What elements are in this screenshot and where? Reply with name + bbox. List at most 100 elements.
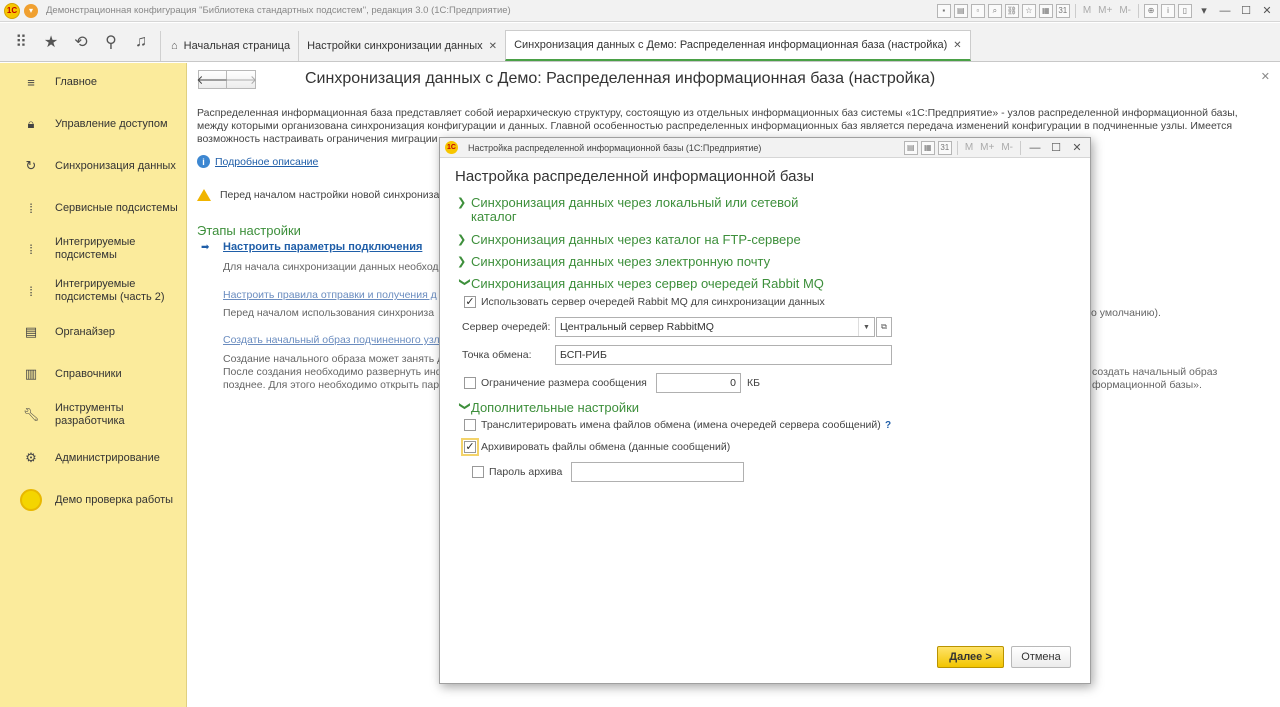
maximize-icon[interactable]: ☐	[1237, 3, 1255, 19]
memory-plus-button[interactable]: M+	[1096, 5, 1114, 16]
dropdown-icon[interactable]: ▾	[1195, 3, 1213, 19]
memory-button[interactable]: M	[1081, 5, 1093, 16]
sidebar-item-dev-tools[interactable]: 🔧︎ Инструменты разработчика	[0, 401, 187, 429]
translit-checkbox[interactable]	[464, 419, 476, 431]
use-rabbitmq-checkbox[interactable]: ✓	[464, 296, 476, 308]
calculator-icon[interactable]: ▦	[1038, 3, 1053, 18]
intro-line: между которыми организована синхронизаци…	[197, 120, 1233, 132]
limit-checkbox[interactable]	[464, 377, 476, 389]
stage-image-link[interactable]: Создать начальный образ подчиненного узл	[223, 334, 440, 346]
forward-arrow-icon[interactable]: 🡒	[225, 70, 257, 89]
stage-image-text: Создание начального образа может занять …	[223, 353, 444, 365]
group-ftp[interactable]: ❯ Синхронизация данных через каталог на …	[457, 233, 801, 248]
link-icon[interactable]: ⛓	[1004, 3, 1019, 18]
app-titlebar: 1С ▾ Демонстрационная конфигурация "Библ…	[0, 0, 1280, 22]
panel-toggle-icon[interactable]: ▯	[1178, 3, 1192, 18]
translit-checkbox-row[interactable]: Транслитерировать имена файлов обмена (и…	[464, 419, 881, 431]
calendar-icon[interactable]: 31	[937, 140, 952, 155]
sidebar-item-integrated-2[interactable]: ⁞ Интегрируемые подсистемы (часть 2)	[0, 277, 187, 305]
sidebar-item-catalogs[interactable]: ▥ Справочники	[0, 365, 187, 383]
back-arrow-icon[interactable]: 🡐	[196, 70, 229, 89]
calendar-icon[interactable]: 31	[1055, 3, 1070, 18]
print-icon[interactable]: ▤	[953, 3, 968, 18]
main-menu-icon[interactable]: ▾	[24, 3, 38, 18]
history-icon[interactable]: ⟲	[66, 27, 96, 57]
group-label: Синхронизация данных через сервер очеред…	[471, 276, 824, 291]
close-icon[interactable]: ✕	[1261, 70, 1270, 83]
tab-sync-settings[interactable]: Настройки синхронизации данных ✕	[298, 31, 506, 61]
sidebar-item-organizer[interactable]: ▤ Органайзер	[0, 323, 187, 341]
memory-minus-button[interactable]: M-	[1117, 5, 1133, 16]
queue-server-select[interactable]: Центральный сервер RabbitMQ ▼	[555, 317, 875, 337]
sidebar-item-label: Сервисные подсистемы	[55, 201, 178, 214]
stage-rules-link[interactable]: Настроить правила отправки и получения д	[223, 289, 437, 301]
sidebar-item-main[interactable]: ≡ Главное	[0, 73, 187, 91]
dialog-heading: Настройка распределенной информационной …	[455, 168, 815, 185]
archive-checkbox[interactable]: ✓	[461, 438, 479, 456]
calculator-icon[interactable]: ▦	[920, 140, 935, 155]
group-rabbitmq[interactable]: ❯ Синхронизация данных через сервер очер…	[457, 277, 824, 292]
search-icon[interactable]: ⚲	[96, 27, 126, 57]
archive-checkbox-row[interactable]: ✓ Архивировать файлы обмена (данные сооб…	[461, 438, 730, 456]
limit-checkbox-row[interactable]: Ограничение размера сообщения	[464, 377, 647, 389]
close-dialog-icon[interactable]: ✕	[1068, 140, 1086, 156]
tab-sync-demo-setup[interactable]: Синхронизация данных с Демо: Распределен…	[505, 30, 971, 61]
sidebar-item-integrated[interactable]: ⁞ Интегрируемые подсистемы	[0, 235, 187, 263]
find-icon[interactable]: ⌕	[987, 3, 1002, 18]
subsystems-icon: ⁞	[29, 283, 33, 299]
sidebar-item-label: Администрирование	[55, 451, 160, 464]
organizer-icon: ▤	[24, 324, 38, 339]
dropdown-arrow-icon[interactable]: ▼	[858, 318, 874, 336]
exchange-input[interactable]: БСП-РИБ	[555, 345, 892, 365]
group-extra-settings[interactable]: ❯ Дополнительные настройки	[457, 401, 640, 416]
demo-circle-icon	[20, 489, 42, 511]
section-toolbar: ⠿ ★ ⟲ ⚲ ♫ ⌂ Начальная страница Настройки…	[0, 23, 1280, 62]
memory-button[interactable]: M	[963, 142, 975, 153]
sidebar-item-label: Инструменты разработчика	[55, 402, 125, 427]
group-email[interactable]: ❯ Синхронизация данных через электронную…	[457, 255, 770, 270]
maximize-icon[interactable]: ☐	[1047, 140, 1065, 156]
stage-connection-link[interactable]: Настроить параметры подключения	[223, 241, 422, 253]
print-icon[interactable]: ▤	[903, 140, 918, 155]
next-button[interactable]: Далее >	[937, 646, 1004, 668]
preview-icon[interactable]: ▫	[970, 3, 985, 18]
sections-sidebar: ≡ Главное 🔒︎ Управление доступом ↻ Синхр…	[0, 63, 187, 707]
close-icon[interactable]: ✕	[953, 40, 961, 51]
details-link[interactable]: Подробное описание	[215, 156, 318, 168]
stage-rules-text-tail: о умолчанию).	[1091, 307, 1161, 319]
sidebar-item-sync[interactable]: ↻ Синхронизация данных	[0, 157, 187, 175]
cancel-button[interactable]: Отмена	[1011, 646, 1071, 668]
open-icon[interactable]: ⧉	[876, 317, 892, 337]
minimize-icon[interactable]: —	[1216, 3, 1234, 19]
use-rabbitmq-checkbox-row[interactable]: ✓ Использовать сервер очередей Rabbit MQ…	[464, 296, 825, 308]
minimize-icon[interactable]: —	[1026, 140, 1044, 156]
help-icon[interactable]: ?	[885, 420, 891, 431]
limit-size-input[interactable]: 0	[656, 373, 741, 393]
stage-image-text: позднее. Для этого необходимо открыть па…	[223, 379, 440, 391]
tab-home[interactable]: ⌂ Начальная страница	[160, 31, 299, 61]
sidebar-item-service[interactable]: ⁞ Сервисные подсистемы	[0, 199, 187, 217]
sidebar-item-access[interactable]: 🔒︎ Управление доступом	[0, 115, 187, 133]
info-panel-icon[interactable]: i	[1161, 3, 1175, 18]
memory-plus-button[interactable]: M+	[978, 142, 996, 153]
tab-sync-demo-setup-label: Синхронизация данных с Демо: Распределен…	[514, 39, 948, 51]
password-checkbox-row[interactable]: Пароль архива	[472, 466, 562, 478]
sidebar-item-demo[interactable]: Демо проверка работы	[0, 488, 187, 512]
exchange-label: Точка обмена:	[462, 349, 532, 361]
current-stage-arrow-icon: ➡	[201, 242, 210, 253]
book-icon: ▥	[24, 366, 38, 381]
notifications-bell-icon[interactable]: ♫	[126, 27, 156, 57]
memory-minus-button[interactable]: M-	[999, 142, 1015, 153]
sidebar-item-label: Главное	[55, 75, 98, 88]
zoom-icon[interactable]: ⊕	[1144, 3, 1158, 18]
password-checkbox[interactable]	[472, 466, 484, 478]
favorites-star-icon[interactable]: ★	[36, 27, 66, 57]
sidebar-item-admin[interactable]: ⚙ Администрирование	[0, 449, 187, 467]
favorites-icon[interactable]: ☆	[1021, 3, 1036, 18]
archive-password-input[interactable]	[571, 462, 744, 482]
close-icon[interactable]: ✕	[489, 41, 497, 52]
group-local-catalog[interactable]: ❯ Синхронизация данных через локальный и…	[457, 196, 801, 224]
close-window-icon[interactable]: ✕	[1258, 3, 1276, 19]
save-icon[interactable]: ▪	[936, 3, 951, 18]
apps-grid-icon[interactable]: ⠿	[6, 27, 36, 57]
